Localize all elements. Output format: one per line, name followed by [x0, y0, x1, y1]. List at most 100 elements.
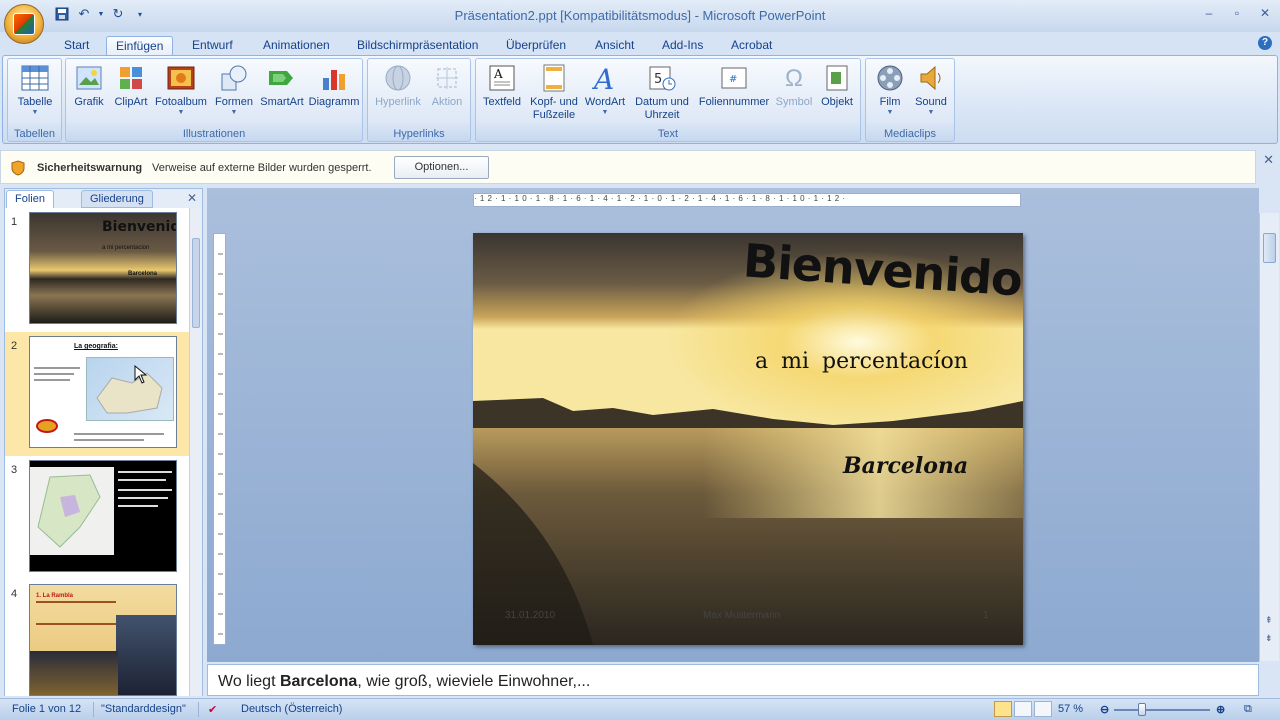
omega-symbol-icon: Ω: [785, 64, 803, 92]
security-warning-message: Verweise auf externe Bilder wurden gespe…: [152, 162, 372, 174]
group-mediaclips: Film ▼ Sound ▼ Mediaclips: [865, 58, 955, 142]
fit-to-window-icon[interactable]: ⧉: [1244, 703, 1252, 716]
slide-thumbnail[interactable]: La geografia:: [29, 336, 177, 448]
wordart-label: WordArt: [584, 96, 626, 108]
title-bar: ↶ ▼ ↻ ▾ Präsentation2.ppt [Kompatibilitä…: [0, 0, 1280, 32]
slide-thumbnail[interactable]: [29, 460, 177, 572]
office-logo-icon: [13, 13, 35, 35]
svg-text:A: A: [493, 67, 503, 81]
prev-slide-icon[interactable]: ⇞: [1265, 615, 1273, 626]
close-pane-icon[interactable]: ✕: [187, 191, 197, 205]
tab-bildschirmpraesentation[interactable]: Bildschirmpräsentation: [348, 36, 487, 56]
film-button[interactable]: Film ▼: [870, 63, 910, 117]
diagramm-button[interactable]: Diagramm: [307, 63, 361, 109]
picture-icon: [74, 63, 104, 93]
notes-text-bold: Barcelona: [279, 673, 358, 690]
slide-canvas[interactable]: Bienvenido a mi percentacíon Barcelona 3…: [473, 233, 1023, 645]
minimize-button[interactable]: –: [1202, 6, 1216, 20]
slide-scrollbar[interactable]: ⇞ ⇟: [1259, 213, 1279, 661]
tab-acrobat[interactable]: Acrobat: [722, 36, 781, 56]
foliennummer-button[interactable]: # Foliennummer: [694, 63, 774, 109]
tab-einfuegen[interactable]: Einfügen: [106, 36, 174, 56]
wordart-button[interactable]: A WordArt ▼: [582, 63, 628, 117]
sound-button[interactable]: Sound ▼: [910, 63, 952, 117]
close-button[interactable]: ✕: [1258, 6, 1272, 20]
hyperlink-globe-icon: [383, 63, 413, 93]
slide-subtitle[interactable]: a mi percentacíon: [755, 349, 968, 374]
slideshow-view-button[interactable]: [1034, 701, 1052, 717]
svg-text:#: #: [729, 74, 737, 85]
zoom-out-icon[interactable]: ⊖: [1100, 703, 1109, 716]
zoom-level[interactable]: 57 %: [1058, 703, 1083, 715]
tab-entwurf[interactable]: Entwurf: [183, 36, 242, 56]
thumbnail-scrollbar[interactable]: [189, 208, 202, 696]
slide-thumbnail[interactable]: Bienvenido a mi percentacion Barcelona: [29, 212, 177, 324]
tab-gliederung[interactable]: Gliederung: [81, 190, 153, 208]
tab-ueberpruefen[interactable]: Überprüfen: [497, 36, 575, 56]
tabelle-button[interactable]: Tabelle ▼: [12, 63, 58, 117]
slide-thumbnail-row[interactable]: 3: [5, 456, 190, 580]
next-slide-icon[interactable]: ⇟: [1265, 633, 1273, 644]
slide-thumbnail-row[interactable]: 4 1. La Rambla: [5, 580, 190, 696]
office-button[interactable]: [4, 4, 44, 44]
group-label-text: Text: [657, 128, 679, 140]
slide-thumbnail-row-selected[interactable]: 2 La geografia:: [5, 332, 190, 456]
group-label-illustrationen: Illustrationen: [182, 128, 246, 140]
zoom-slider[interactable]: [1114, 709, 1210, 711]
security-warning-title: Sicherheitswarnung: [37, 162, 143, 174]
group-label-hyperlinks: Hyperlinks: [393, 128, 445, 140]
tab-ansicht[interactable]: Ansicht: [586, 36, 643, 56]
grafik-label: Grafik: [74, 96, 104, 108]
slide-thumbnail-row[interactable]: 1 Bienvenido a mi percentacion Barcelona: [5, 208, 190, 332]
aktion-button[interactable]: Aktion: [426, 63, 468, 109]
object-icon: [822, 63, 852, 93]
datum-uhrzeit-button[interactable]: 5 Datum und Uhrzeit: [630, 63, 694, 122]
design-name[interactable]: "Standarddesign": [101, 703, 186, 715]
close-icon[interactable]: ✕: [1263, 152, 1274, 168]
grafik-button[interactable]: Grafik: [68, 63, 110, 109]
kopf-fusszeile-button[interactable]: Kopf- und Fußzeile: [526, 63, 582, 122]
kopf-label-2: Fußzeile: [532, 109, 576, 121]
slide-city[interactable]: Barcelona: [843, 453, 968, 479]
hyperlink-label: Hyperlink: [375, 96, 421, 108]
spellcheck-icon[interactable]: ✔: [208, 703, 217, 716]
language[interactable]: Deutsch (Österreich): [241, 703, 342, 715]
objekt-button[interactable]: Objekt: [816, 63, 858, 109]
svg-text:A: A: [591, 64, 614, 92]
slide-footer-number: 1: [983, 610, 989, 621]
datum-label-2: Uhrzeit: [644, 109, 680, 121]
textfeld-button[interactable]: A Textfeld: [478, 63, 526, 109]
symbol-label: Symbol: [775, 96, 813, 108]
normal-view-button[interactable]: [994, 701, 1012, 717]
smartart-icon: [267, 63, 297, 93]
help-icon[interactable]: ?: [1258, 36, 1272, 50]
formen-button[interactable]: Formen ▼: [212, 63, 256, 117]
scroll-thumb[interactable]: [192, 238, 200, 328]
thumb-city: Barcelona: [128, 271, 158, 277]
zoom-slider-knob[interactable]: [1138, 703, 1146, 716]
tab-start[interactable]: Start: [55, 36, 98, 56]
scroll-thumb[interactable]: [1263, 233, 1276, 263]
maximize-button[interactable]: ▫: [1230, 6, 1244, 20]
tab-animationen[interactable]: Animationen: [254, 36, 339, 56]
svg-text:5: 5: [654, 72, 662, 87]
slide-thumbnail[interactable]: 1. La Rambla: [29, 584, 177, 696]
zoom-in-icon[interactable]: ⊕: [1216, 703, 1225, 716]
clipart-label: ClipArt: [114, 96, 148, 108]
smartart-button[interactable]: SmartArt: [257, 63, 307, 109]
notes-pane[interactable]: Wo liegt Barcelona, wie groß, wieviele E…: [207, 664, 1259, 696]
symbol-button[interactable]: Ω Symbol: [774, 63, 814, 109]
hyperlink-button[interactable]: Hyperlink: [372, 63, 424, 109]
slide-sorter-view-button[interactable]: [1014, 701, 1032, 717]
clipart-button[interactable]: ClipArt: [110, 63, 152, 109]
objekt-label: Objekt: [821, 96, 853, 108]
textfeld-label: Textfeld: [483, 96, 521, 108]
tab-folien[interactable]: Folien: [6, 190, 54, 208]
clipart-icon: [116, 63, 146, 93]
tab-addins[interactable]: Add-Ins: [653, 36, 712, 56]
options-button[interactable]: Optionen...: [394, 156, 489, 179]
diagramm-label: Diagramm: [308, 96, 360, 108]
film-label: Film: [879, 96, 901, 108]
fotoalbum-button[interactable]: Fotoalbum ▼: [152, 63, 210, 117]
thumb-title: Bienvenido: [102, 219, 176, 235]
